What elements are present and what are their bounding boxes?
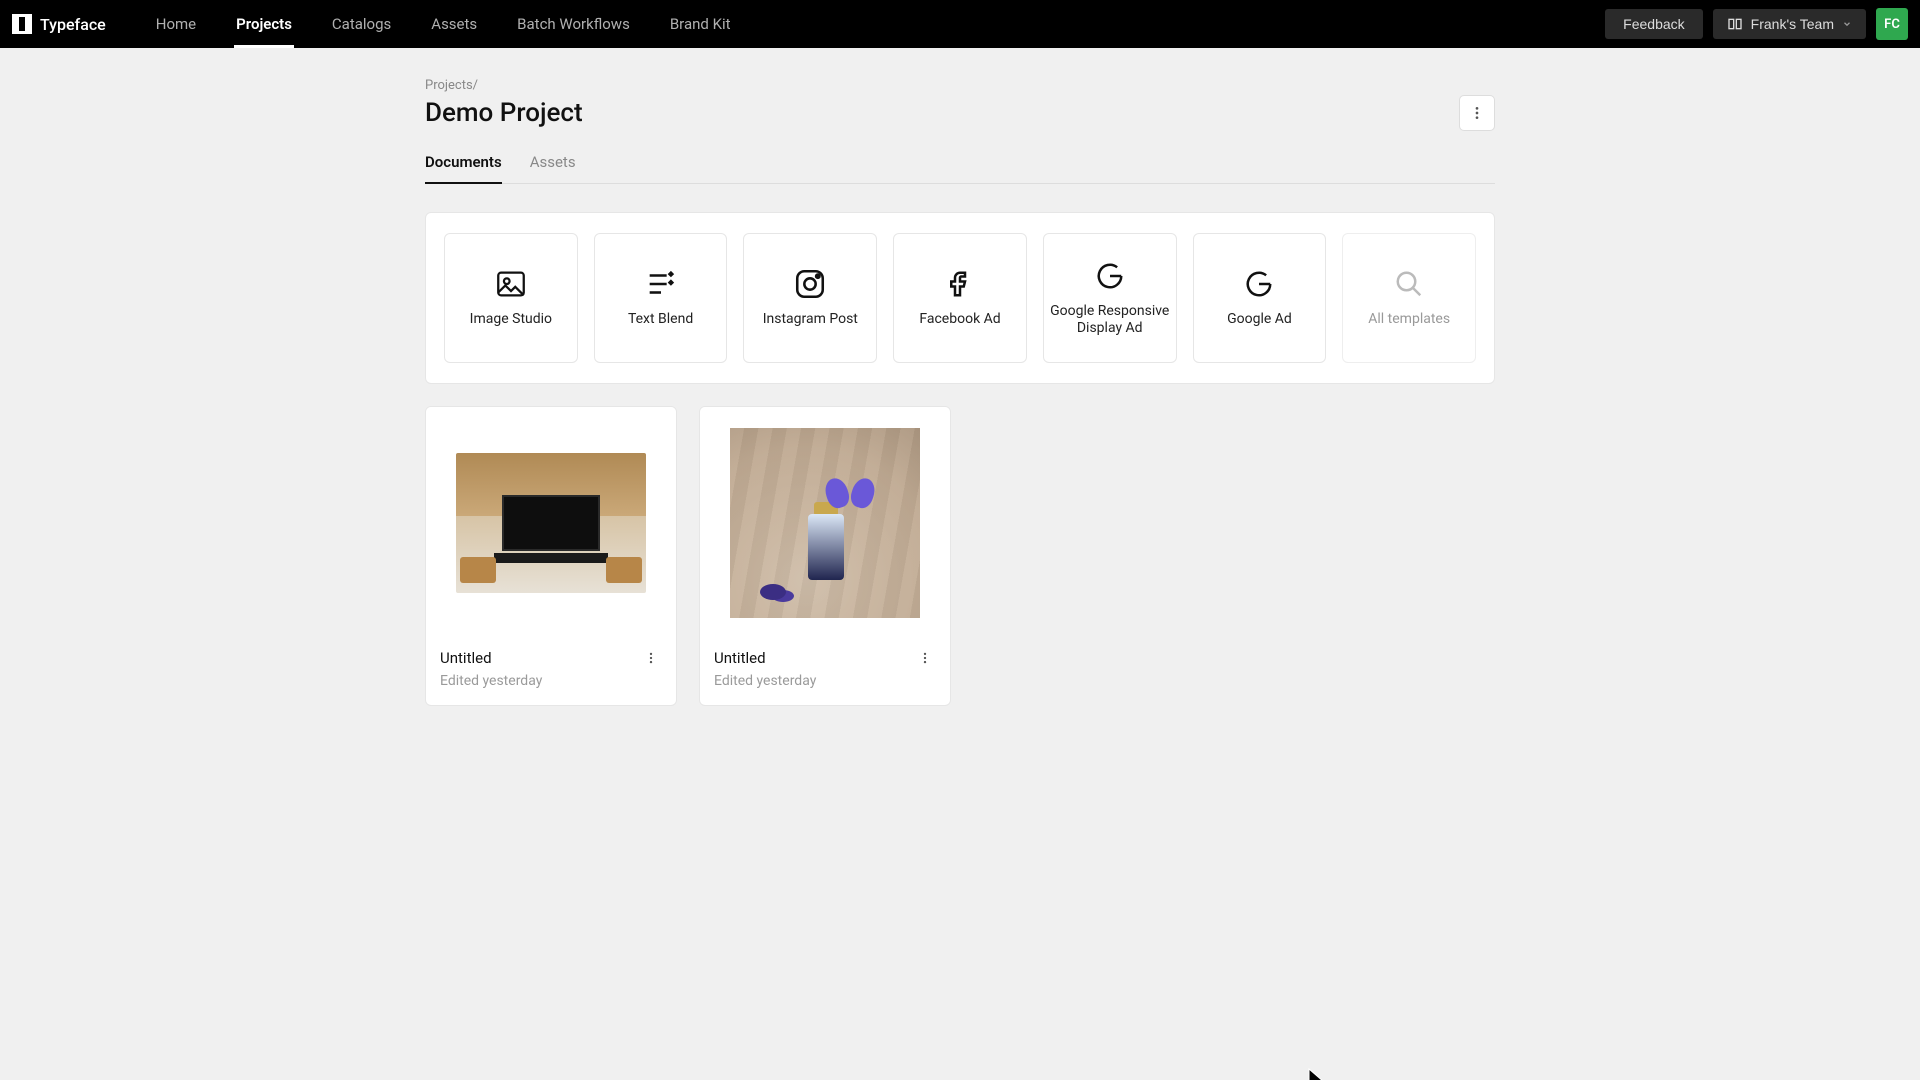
google-icon [1242, 267, 1276, 301]
team-switcher-button[interactable]: Frank's Team [1713, 9, 1866, 39]
document-thumbnail [700, 407, 950, 639]
nav-projects[interactable]: Projects [216, 0, 312, 48]
document-more-button[interactable] [640, 649, 662, 667]
document-subtitle: Edited yesterday [714, 673, 816, 689]
template-google-ad[interactable]: Google Ad [1193, 233, 1327, 363]
document-card[interactable]: Untitled Edited yesterday [699, 406, 951, 706]
brand-name: Typeface [40, 15, 106, 34]
logo-mark-icon [12, 14, 32, 34]
documents-grid: Untitled Edited yesterday [425, 406, 1495, 706]
template-label: Facebook Ad [919, 311, 1000, 329]
image-studio-icon [494, 267, 528, 301]
text-blend-icon [644, 267, 678, 301]
template-facebook-ad[interactable]: Facebook Ad [893, 233, 1027, 363]
nav-links: Home Projects Catalogs Assets Batch Work… [136, 0, 751, 48]
document-more-button[interactable] [914, 649, 936, 667]
nav-batch-workflows[interactable]: Batch Workflows [497, 0, 650, 48]
google-icon [1093, 259, 1127, 293]
tab-documents[interactable]: Documents [425, 145, 502, 183]
template-text-blend[interactable]: Text Blend [594, 233, 728, 363]
team-label: Frank's Team [1751, 16, 1834, 32]
facebook-icon [943, 267, 977, 301]
template-image-studio[interactable]: Image Studio [444, 233, 578, 363]
avatar-initials: FC [1884, 17, 1900, 32]
template-label: Google Ad [1227, 311, 1292, 329]
document-title: Untitled [714, 649, 816, 667]
top-nav: Typeface Home Projects Catalogs Assets B… [0, 0, 1920, 48]
nav-assets[interactable]: Assets [411, 0, 497, 48]
nav-catalogs[interactable]: Catalogs [312, 0, 411, 48]
page-title: Demo Project [425, 98, 583, 128]
cursor-icon [1308, 1068, 1326, 1080]
more-vertical-icon [1469, 105, 1485, 121]
document-card[interactable]: Untitled Edited yesterday [425, 406, 677, 706]
document-meta: Untitled Edited yesterday [700, 639, 950, 705]
nav-left: Typeface Home Projects Catalogs Assets B… [12, 0, 751, 48]
search-icon [1392, 267, 1426, 301]
template-label: Google Responsive Display Ad [1050, 303, 1170, 338]
page-title-row: Demo Project [425, 95, 1495, 131]
instagram-icon [793, 267, 827, 301]
template-label: All templates [1368, 311, 1450, 329]
project-more-button[interactable] [1459, 95, 1495, 131]
more-vertical-icon [918, 651, 932, 665]
template-google-responsive-display-ad[interactable]: Google Responsive Display Ad [1043, 233, 1177, 363]
brand-logo[interactable]: Typeface [12, 14, 106, 34]
tab-assets-label: Assets [530, 153, 576, 171]
tab-assets[interactable]: Assets [530, 145, 576, 183]
more-vertical-icon [644, 651, 658, 665]
templates-panel: Image Studio Text Blend Instagram Post F… [425, 212, 1495, 384]
tab-documents-label: Documents [425, 153, 502, 171]
template-label: Text Blend [628, 311, 693, 329]
document-meta: Untitled Edited yesterday [426, 639, 676, 705]
nav-brand-kit-label: Brand Kit [670, 15, 731, 33]
feedback-label: Feedback [1623, 16, 1684, 32]
project-tabs: Documents Assets [425, 145, 1495, 184]
nav-batch-workflows-label: Batch Workflows [517, 15, 630, 33]
document-subtitle: Edited yesterday [440, 673, 542, 689]
content: Projects/ Demo Project Documents Assets … [425, 78, 1495, 706]
document-title: Untitled [440, 649, 542, 667]
team-icon [1727, 16, 1743, 32]
nav-brand-kit[interactable]: Brand Kit [650, 0, 751, 48]
nav-home-label: Home [156, 15, 196, 33]
nav-right: Feedback Frank's Team FC [1605, 8, 1908, 40]
user-avatar[interactable]: FC [1876, 8, 1908, 40]
feedback-button[interactable]: Feedback [1605, 9, 1702, 39]
content-wrap: Projects/ Demo Project Documents Assets … [0, 48, 1920, 706]
template-instagram-post[interactable]: Instagram Post [743, 233, 877, 363]
document-thumbnail [426, 407, 676, 639]
nav-home[interactable]: Home [136, 0, 216, 48]
nav-assets-label: Assets [431, 15, 477, 33]
nav-catalogs-label: Catalogs [332, 15, 391, 33]
template-label: Image Studio [470, 311, 552, 329]
chevron-down-icon [1842, 19, 1852, 29]
breadcrumb[interactable]: Projects/ [425, 78, 1495, 93]
nav-projects-label: Projects [236, 15, 292, 33]
template-label: Instagram Post [763, 311, 858, 329]
template-all-templates[interactable]: All templates [1342, 233, 1476, 363]
